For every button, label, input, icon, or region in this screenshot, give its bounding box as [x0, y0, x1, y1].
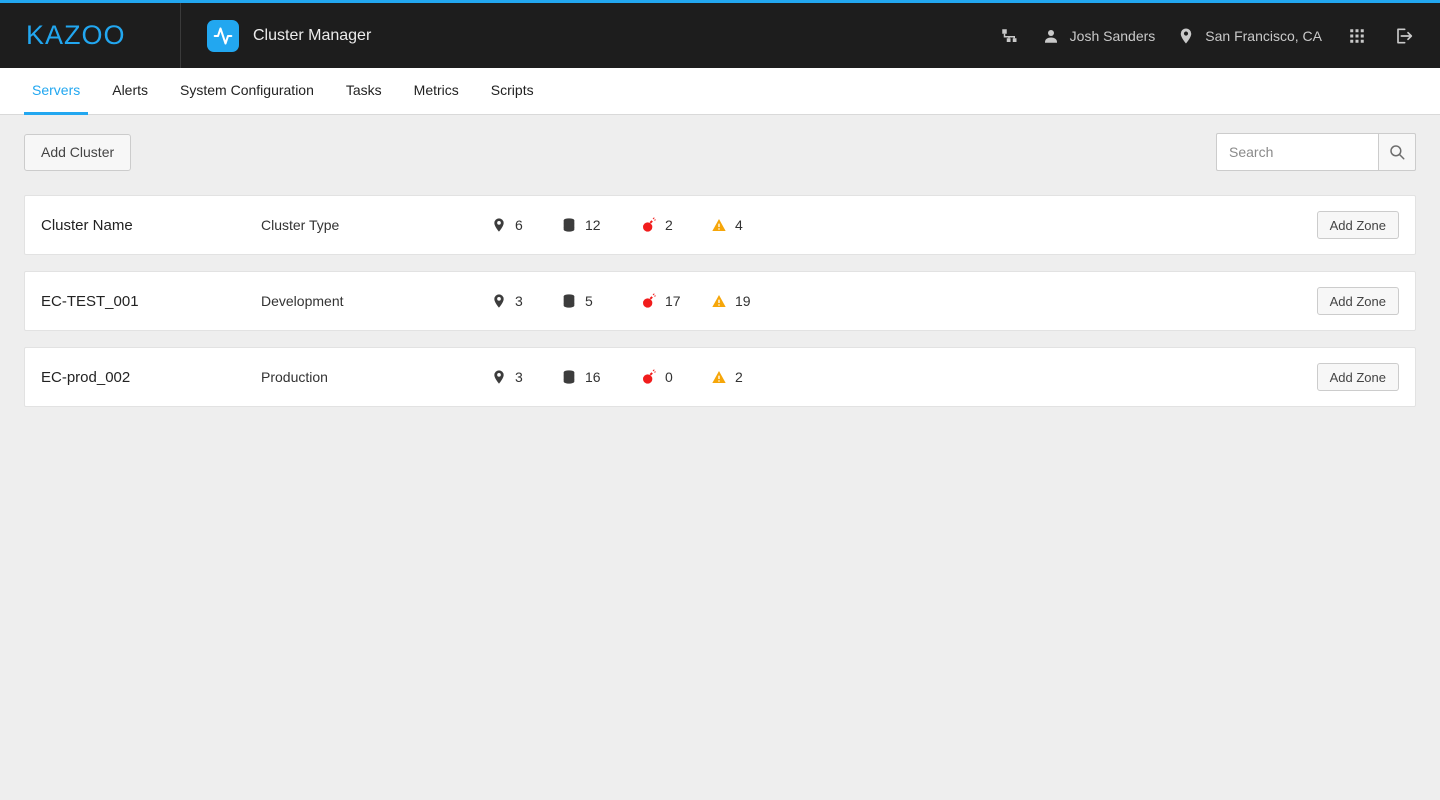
- warning-icon: [711, 369, 727, 385]
- subnav: Servers Alerts System Configuration Task…: [0, 68, 1440, 115]
- add-zone-label: Add Zone: [1330, 294, 1386, 309]
- cluster-type: Production: [261, 369, 491, 385]
- bomb-icon: [641, 293, 657, 309]
- tab-alerts[interactable]: Alerts: [104, 68, 156, 115]
- stat-value: 3: [515, 369, 523, 385]
- pin-icon: [491, 217, 507, 233]
- stat-servers: 16: [561, 369, 641, 385]
- bomb-icon: [641, 217, 657, 233]
- brand-wordmark: KAZOO: [26, 21, 126, 50]
- tab-scripts[interactable]: Scripts: [483, 68, 542, 115]
- search-button[interactable]: [1378, 133, 1416, 171]
- add-zone-button[interactable]: Add Zone: [1317, 211, 1399, 239]
- cluster-type: Cluster Type: [261, 217, 491, 233]
- stat-zones: 3: [491, 369, 561, 385]
- tab-servers[interactable]: Servers: [24, 68, 88, 115]
- add-zone-button[interactable]: Add Zone: [1317, 363, 1399, 391]
- warning-icon: [711, 217, 727, 233]
- location-label: San Francisco, CA: [1205, 28, 1322, 44]
- logout-icon[interactable]: [1390, 23, 1416, 49]
- user-icon: [1042, 27, 1060, 45]
- cluster-row[interactable]: EC-TEST_001 Development 3 5 17 19: [24, 271, 1416, 331]
- database-icon: [561, 293, 577, 309]
- tab-label: Alerts: [112, 82, 148, 98]
- stat-critical: 2: [641, 217, 711, 233]
- warning-icon: [711, 293, 727, 309]
- location-pin-icon: [1177, 27, 1195, 45]
- tab-metrics[interactable]: Metrics: [406, 68, 467, 115]
- tab-label: System Configuration: [180, 82, 314, 98]
- app-title: Cluster Manager: [253, 27, 371, 45]
- user-name-label: Josh Sanders: [1070, 28, 1156, 44]
- stat-value: 6: [515, 217, 523, 233]
- tab-label: Servers: [32, 82, 80, 98]
- add-zone-label: Add Zone: [1330, 370, 1386, 385]
- tab-label: Scripts: [491, 82, 534, 98]
- cluster-name: Cluster Name: [41, 217, 261, 234]
- hierarchy-icon[interactable]: [996, 23, 1022, 49]
- stat-value: 3: [515, 293, 523, 309]
- stat-critical: 0: [641, 369, 711, 385]
- user-menu[interactable]: Josh Sanders: [1042, 27, 1156, 45]
- search-box: [1216, 133, 1416, 171]
- cluster-type: Development: [261, 293, 491, 309]
- stat-value: 12: [585, 217, 601, 233]
- database-icon: [561, 369, 577, 385]
- stat-warnings: 4: [711, 217, 781, 233]
- stat-value: 4: [735, 217, 743, 233]
- add-zone-button[interactable]: Add Zone: [1317, 287, 1399, 315]
- stat-value: 16: [585, 369, 601, 385]
- pin-icon: [491, 293, 507, 309]
- add-zone-label: Add Zone: [1330, 218, 1386, 233]
- app-activity-icon: [207, 20, 239, 52]
- stat-zones: 6: [491, 217, 561, 233]
- stat-warnings: 19: [711, 293, 781, 309]
- stat-value: 19: [735, 293, 751, 309]
- stat-servers: 12: [561, 217, 641, 233]
- toolbar: Add Cluster: [0, 115, 1440, 171]
- stat-value: 2: [665, 217, 673, 233]
- cluster-row[interactable]: Cluster Name Cluster Type 6 12 2 4: [24, 195, 1416, 255]
- stat-value: 2: [735, 369, 743, 385]
- stat-value: 17: [665, 293, 681, 309]
- tab-system-configuration[interactable]: System Configuration: [172, 68, 322, 115]
- app-badge[interactable]: Cluster Manager: [207, 20, 371, 52]
- stat-warnings: 2: [711, 369, 781, 385]
- pin-icon: [491, 369, 507, 385]
- tab-label: Metrics: [414, 82, 459, 98]
- add-cluster-button[interactable]: Add Cluster: [24, 134, 131, 171]
- apps-grid-icon[interactable]: [1344, 23, 1370, 49]
- add-cluster-label: Add Cluster: [41, 144, 114, 160]
- location-menu[interactable]: San Francisco, CA: [1177, 27, 1322, 45]
- topbar: KAZOO Cluster Manager Josh Sanders: [0, 3, 1440, 68]
- stat-value: 0: [665, 369, 673, 385]
- stat-critical: 17: [641, 293, 711, 309]
- cluster-row[interactable]: EC-prod_002 Production 3 16 0 2: [24, 347, 1416, 407]
- tab-tasks[interactable]: Tasks: [338, 68, 390, 115]
- bomb-icon: [641, 369, 657, 385]
- stat-zones: 3: [491, 293, 561, 309]
- cluster-name: EC-TEST_001: [41, 293, 261, 310]
- tab-label: Tasks: [346, 82, 382, 98]
- stat-value: 5: [585, 293, 593, 309]
- cluster-list: Cluster Name Cluster Type 6 12 2 4: [0, 171, 1440, 407]
- stat-servers: 5: [561, 293, 641, 309]
- search-input[interactable]: [1216, 133, 1378, 171]
- cluster-name: EC-prod_002: [41, 369, 261, 386]
- brand-logo[interactable]: KAZOO: [0, 3, 181, 68]
- search-icon: [1388, 143, 1406, 161]
- database-icon: [561, 217, 577, 233]
